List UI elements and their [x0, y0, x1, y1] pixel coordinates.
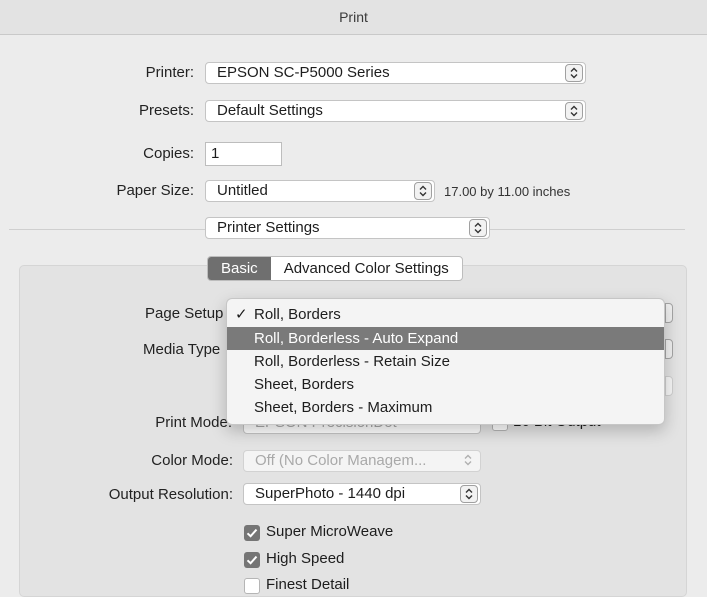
media-type-label: Media Type — [143, 341, 221, 358]
panel-select-popup[interactable]: Printer Settings — [205, 217, 490, 239]
presets-label: Presets: — [138, 102, 194, 119]
chevron-updown-icon — [460, 485, 478, 503]
tab-basic[interactable]: Basic — [208, 257, 271, 280]
page-setup-label: Page Setup — [145, 305, 224, 322]
chevron-updown-icon — [469, 219, 487, 237]
presets-value: Default Settings — [217, 102, 323, 119]
color-mode-value: Off (No Color Managem... — [255, 452, 427, 469]
high-speed-checkbox[interactable] — [244, 552, 260, 568]
print-mode-label: Print Mode: — [155, 414, 232, 431]
output-resolution-value: SuperPhoto - 1440 dpi — [255, 485, 406, 502]
checkmark-icon: ✓ — [235, 306, 248, 323]
media-type-popup-edge[interactable] — [665, 339, 673, 359]
menu-item-roll-borders[interactable]: ✓ Roll, Borders — [227, 303, 664, 326]
chevron-updown-icon — [565, 102, 583, 120]
tab-advanced-color-settings[interactable]: Advanced Color Settings — [271, 257, 462, 280]
high-speed-label: High Speed — [266, 550, 345, 567]
finest-detail-label: Finest Detail — [266, 576, 350, 593]
output-resolution-label: Output Resolution: — [108, 486, 233, 503]
printer-popup[interactable]: EPSON SC-P5000 Series — [205, 62, 586, 84]
checkmark-icon — [246, 555, 258, 565]
chevron-updown-icon — [414, 182, 432, 200]
menu-item-sheet-borders[interactable]: Sheet, Borders — [227, 373, 664, 396]
color-mode-label: Color Mode: — [151, 452, 233, 469]
settings-tabs: Basic Advanced Color Settings — [207, 256, 463, 281]
finest-detail-checkbox[interactable] — [244, 578, 260, 594]
paper-size-label: Paper Size: — [116, 182, 194, 199]
paper-size-dimensions: 17.00 by 11.00 inches — [444, 184, 571, 199]
checkmark-icon — [246, 528, 258, 538]
page-setup-menu: ✓ Roll, Borders Roll, Borderless - Auto … — [226, 298, 665, 425]
presets-popup[interactable]: Default Settings — [205, 100, 586, 122]
window-title: Print — [339, 9, 368, 25]
chevron-updown-icon — [460, 452, 478, 470]
printer-label: Printer: — [145, 64, 194, 81]
hidden-popup-edge[interactable] — [665, 376, 673, 396]
paper-size-popup[interactable]: Untitled — [205, 180, 435, 202]
menu-item-roll-borderless-retain-size[interactable]: Roll, Borderless - Retain Size — [227, 350, 664, 373]
printer-value: EPSON SC-P5000 Series — [217, 64, 390, 81]
page-setup-popup-edge[interactable] — [665, 303, 673, 323]
super-microweave-label: Super MicroWeave — [266, 523, 394, 540]
output-resolution-popup[interactable]: SuperPhoto - 1440 dpi — [243, 483, 481, 505]
copies-label: Copies: — [143, 145, 194, 162]
panel-select-value: Printer Settings — [217, 219, 320, 236]
super-microweave-checkbox[interactable] — [244, 525, 260, 541]
paper-size-value: Untitled — [217, 182, 268, 199]
menu-item-roll-borderless-auto-expand[interactable]: Roll, Borderless - Auto Expand — [227, 327, 664, 350]
menu-item-sheet-borders-maximum[interactable]: Sheet, Borders - Maximum — [227, 396, 664, 419]
color-mode-popup[interactable]: Off (No Color Managem... — [243, 450, 481, 472]
title-bar: Print — [0, 0, 707, 35]
chevron-updown-icon — [565, 64, 583, 82]
copies-field[interactable]: 1 — [205, 142, 282, 166]
